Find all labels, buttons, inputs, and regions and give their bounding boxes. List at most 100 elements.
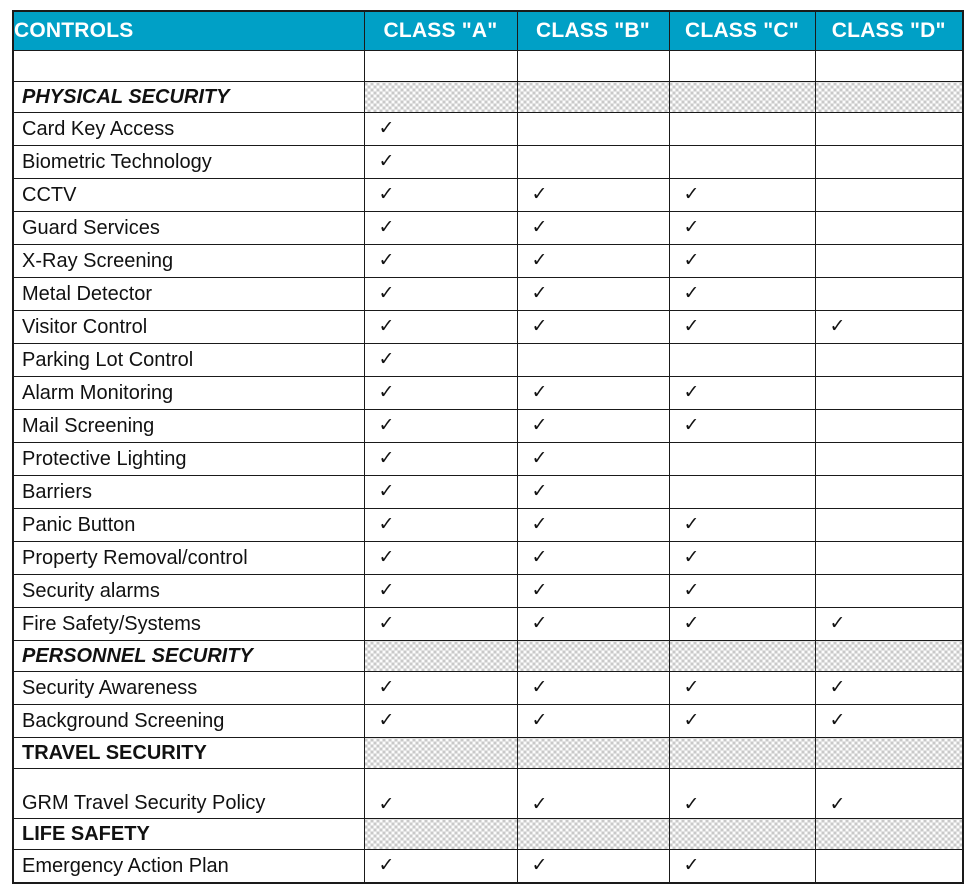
- table-row: Panic Button ✓ ✓ ✓ ✓: [12, 508, 964, 542]
- checkmark-cell-d[interactable]: ✓: [814, 849, 964, 884]
- check-icon: ✓: [683, 854, 700, 876]
- section-fill-cell-b: [516, 640, 670, 672]
- checkmark-cell-a[interactable]: ✓: [363, 211, 518, 245]
- checkmark-cell-b[interactable]: ✓: [516, 442, 670, 476]
- checkmark-cell-b[interactable]: ✓: [516, 277, 670, 311]
- checkmark-cell-a[interactable]: ✓: [363, 112, 518, 146]
- checkmark-cell-a[interactable]: ✓: [363, 768, 518, 819]
- control-name: Mail Screening: [12, 409, 365, 443]
- checkmark-cell-d[interactable]: ✓: [814, 704, 964, 738]
- checkmark-cell-a[interactable]: ✓: [363, 475, 518, 509]
- checkmark-cell-a[interactable]: ✓: [363, 508, 518, 542]
- checkmark-cell-d[interactable]: ✓: [814, 574, 964, 608]
- check-icon: ✓: [531, 447, 548, 469]
- check-icon: ✓: [378, 513, 395, 535]
- checkmark-cell-d[interactable]: ✓: [814, 112, 964, 146]
- checkmark-cell-d[interactable]: ✓: [814, 376, 964, 410]
- table-row: Security Awareness ✓ ✓ ✓ ✓: [12, 671, 964, 705]
- checkmark-cell-d[interactable]: ✓: [814, 409, 964, 443]
- check-icon: ✓: [683, 709, 700, 731]
- check-icon: ✓: [531, 282, 548, 304]
- checkmark-cell-a[interactable]: ✓: [363, 409, 518, 443]
- checkmark-cell-c[interactable]: ✓: [668, 574, 816, 608]
- table-row: Emergency Action Plan ✓ ✓ ✓ ✓: [12, 849, 964, 884]
- checkmark-cell-c[interactable]: ✓: [668, 508, 816, 542]
- checkmark-cell-b[interactable]: ✓: [516, 671, 670, 705]
- checkmark-cell-c[interactable]: ✓: [668, 343, 816, 377]
- table-row: Visitor Control ✓ ✓ ✓ ✓: [12, 310, 964, 344]
- control-name: Card Key Access: [12, 112, 365, 146]
- checkmark-cell-d[interactable]: ✓: [814, 145, 964, 179]
- checkmark-cell-b[interactable]: ✓: [516, 310, 670, 344]
- checkmark-cell-b[interactable]: ✓: [516, 574, 670, 608]
- checkmark-cell-c[interactable]: ✓: [668, 145, 816, 179]
- checkmark-cell-b[interactable]: ✓: [516, 508, 670, 542]
- checkmark-cell-b[interactable]: ✓: [516, 244, 670, 278]
- checkmark-cell-b[interactable]: ✓: [516, 211, 670, 245]
- checkmark-cell-b[interactable]: ✓: [516, 768, 670, 819]
- checkmark-cell-c[interactable]: ✓: [668, 607, 816, 641]
- checkmark-cell-d[interactable]: ✓: [814, 211, 964, 245]
- checkmark-cell-c[interactable]: ✓: [668, 849, 816, 884]
- checkmark-cell-d[interactable]: ✓: [814, 607, 964, 641]
- checkmark-cell-c[interactable]: ✓: [668, 376, 816, 410]
- checkmark-cell-a[interactable]: ✓: [363, 244, 518, 278]
- checkmark-cell-c[interactable]: ✓: [668, 475, 816, 509]
- checkmark-cell-a[interactable]: ✓: [363, 310, 518, 344]
- checkmark-cell-b[interactable]: ✓: [516, 343, 670, 377]
- check-icon: ✓: [531, 513, 548, 535]
- checkmark-cell-c[interactable]: ✓: [668, 211, 816, 245]
- checkmark-cell-b[interactable]: ✓: [516, 376, 670, 410]
- checkmark-cell-b[interactable]: ✓: [516, 607, 670, 641]
- checkmark-cell-b[interactable]: ✓: [516, 849, 670, 884]
- checkmark-cell-b[interactable]: ✓: [516, 409, 670, 443]
- checkmark-cell-d[interactable]: ✓: [814, 277, 964, 311]
- checkmark-cell-d[interactable]: ✓: [814, 310, 964, 344]
- checkmark-cell-b[interactable]: ✓: [516, 704, 670, 738]
- checkmark-cell-c[interactable]: ✓: [668, 310, 816, 344]
- checkmark-cell-a[interactable]: ✓: [363, 671, 518, 705]
- checkmark-cell-a[interactable]: ✓: [363, 277, 518, 311]
- checkmark-cell-c[interactable]: ✓: [668, 671, 816, 705]
- checkmark-cell-a[interactable]: ✓: [363, 849, 518, 884]
- check-icon: ✓: [683, 216, 700, 238]
- checkmark-cell-c[interactable]: ✓: [668, 442, 816, 476]
- checkmark-cell-a[interactable]: ✓: [363, 607, 518, 641]
- checkmark-cell-a[interactable]: ✓: [363, 574, 518, 608]
- checkmark-cell-c[interactable]: ✓: [668, 178, 816, 212]
- checkmark-cell-d[interactable]: ✓: [814, 244, 964, 278]
- column-header-class-c: CLASS "C": [668, 10, 816, 51]
- checkmark-cell-a[interactable]: ✓: [363, 704, 518, 738]
- section-fill-cell-a: [363, 737, 518, 769]
- checkmark-cell-a[interactable]: ✓: [363, 376, 518, 410]
- checkmark-cell-d[interactable]: ✓: [814, 768, 964, 819]
- checkmark-cell-a[interactable]: ✓: [363, 343, 518, 377]
- checkmark-cell-d[interactable]: ✓: [814, 178, 964, 212]
- check-icon: ✓: [378, 676, 395, 698]
- checkmark-cell-a[interactable]: ✓: [363, 442, 518, 476]
- checkmark-cell-d[interactable]: ✓: [814, 671, 964, 705]
- checkmark-cell-a[interactable]: ✓: [363, 541, 518, 575]
- checkmark-cell-d[interactable]: ✓: [814, 343, 964, 377]
- checkmark-cell-c[interactable]: ✓: [668, 704, 816, 738]
- checkmark-cell-d[interactable]: ✓: [814, 541, 964, 575]
- checkmark-cell-c[interactable]: ✓: [668, 112, 816, 146]
- checkmark-cell-c[interactable]: ✓: [668, 409, 816, 443]
- table-body: PHYSICAL SECURITYCard Key Access ✓ ✓ ✓ ✓ Biom…: [12, 50, 964, 884]
- checkmark-cell-b[interactable]: ✓: [516, 178, 670, 212]
- checkmark-cell-c[interactable]: ✓: [668, 541, 816, 575]
- checkmark-cell-b[interactable]: ✓: [516, 475, 670, 509]
- check-icon: ✓: [531, 793, 548, 815]
- checkmark-cell-d[interactable]: ✓: [814, 442, 964, 476]
- checkmark-cell-c[interactable]: ✓: [668, 244, 816, 278]
- checkmark-cell-d[interactable]: ✓: [814, 508, 964, 542]
- checkmark-cell-c[interactable]: ✓: [668, 277, 816, 311]
- checkmark-cell-b[interactable]: ✓: [516, 541, 670, 575]
- checkmark-cell-b[interactable]: ✓: [516, 112, 670, 146]
- spacer-row: [12, 50, 964, 82]
- checkmark-cell-c[interactable]: ✓: [668, 768, 816, 819]
- checkmark-cell-d[interactable]: ✓: [814, 475, 964, 509]
- checkmark-cell-b[interactable]: ✓: [516, 145, 670, 179]
- checkmark-cell-a[interactable]: ✓: [363, 145, 518, 179]
- checkmark-cell-a[interactable]: ✓: [363, 178, 518, 212]
